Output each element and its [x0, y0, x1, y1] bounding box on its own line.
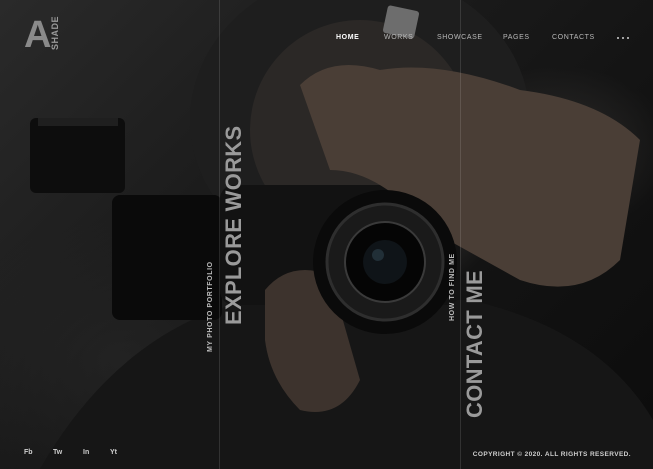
hero-photo [30, 0, 653, 469]
guide-line-left [219, 0, 220, 469]
contact-subtitle: HOW TO FIND ME [449, 253, 456, 321]
guide-line-right [460, 0, 461, 469]
social-twitter-link[interactable]: Tw [53, 449, 62, 456]
more-dots-icon[interactable] [617, 34, 629, 42]
social-facebook-link[interactable]: Fb [24, 449, 33, 456]
portfolio-subtitle: MY PHOTO PORTFOLIO [207, 261, 214, 352]
nav-item-pages[interactable]: PAGES [503, 34, 530, 41]
nav-item-works[interactable]: WORKS [384, 34, 413, 41]
hero-background: A SHADE HOME WORKS SHOWCASE PAGES CONTAC… [0, 0, 653, 469]
contact-me-link[interactable]: CONTACT ME [462, 270, 488, 418]
flash-head-shape [30, 118, 125, 193]
nav-item-contacts[interactable]: CONTACTS [552, 34, 595, 41]
flash-body-shape [112, 195, 222, 320]
nav-item-showcase[interactable]: SHOWCASE [437, 34, 483, 41]
social-instagram-link[interactable]: In [83, 449, 89, 456]
social-youtube-link[interactable]: Yt [110, 449, 117, 456]
nav-item-home[interactable]: HOME [336, 34, 359, 41]
explore-works-link[interactable]: EXPLORE WORKS [221, 126, 247, 325]
main-nav: HOME WORKS SHOWCASE PAGES CONTACTS [0, 34, 653, 46]
copyright-text: COPYRIGHT © 2020. ALL RIGHTS RESERVED. [472, 451, 631, 458]
